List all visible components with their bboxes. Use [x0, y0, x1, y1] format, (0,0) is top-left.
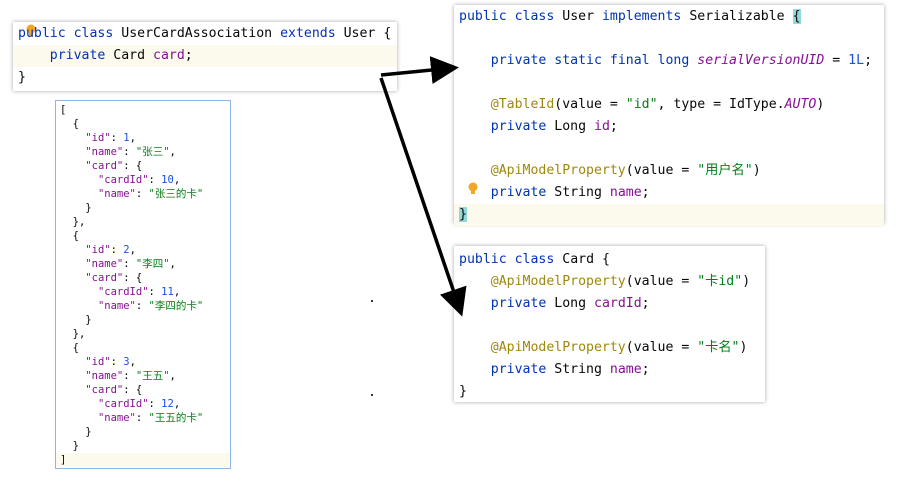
json-result-panel: [ { "id": 1, "name": "张三", "card": { "ca…	[55, 100, 231, 469]
json-item-3-cardname: "name": "王五的卡"	[97, 412, 204, 424]
user-line-4: private Long id;	[490, 119, 618, 134]
stray-dot	[371, 300, 373, 302]
user-line-7: }	[454, 204, 884, 226]
card-line-5: private String name;	[490, 362, 650, 377]
user-line-1: public class User implements Serializabl…	[459, 9, 801, 24]
user-line-6: private String name;	[490, 185, 650, 200]
json-item-1-name: "name": "张三",	[85, 146, 176, 158]
json-open-bracket: [	[60, 104, 67, 116]
card-line-2: @ApiModelProperty(value = "卡id")	[490, 274, 751, 289]
card-line-3: private Long cardId;	[490, 296, 650, 311]
assoc-line-3: }	[18, 70, 26, 85]
user-line-5: @ApiModelProperty(value = "用户名")	[490, 163, 761, 178]
user-class-panel: public class User implements Serializabl…	[454, 5, 884, 226]
json-item-3-name: "name": "王五",	[85, 370, 176, 382]
json-item-2-cardid: "cardId": 11,	[97, 286, 181, 298]
assoc-line-2: private Card card;	[13, 45, 397, 67]
json-item-2-cardname: "name": "李四的卡"	[97, 300, 204, 312]
json-item-3-cardid: "cardId": 12,	[97, 398, 181, 410]
json-item-3-id: "id": 3,	[85, 356, 136, 368]
association-code-panel: public class UserCardAssociation extends…	[13, 22, 397, 91]
card-line-4: @ApiModelProperty(value = "卡名")	[490, 340, 748, 355]
card-class-panel: public class Card { @ApiModelProperty(va…	[454, 246, 765, 402]
json-item-1-cardname: "name": "张三的卡"	[97, 188, 204, 200]
json-item-2-name: "name": "李四",	[85, 258, 176, 270]
card-line-1: public class Card {	[459, 252, 610, 267]
json-item-2-id: "id": 2,	[85, 244, 136, 256]
card-line-6: }	[459, 384, 467, 399]
arrow-to-card	[379, 77, 467, 317]
user-line-2: private static final long serialVersionU…	[490, 53, 873, 68]
json-item-1-cardid: "cardId": 10,	[97, 174, 181, 186]
json-item-1-id: "id": 1,	[85, 132, 136, 144]
assoc-line-1: public class UserCardAssociation extends…	[18, 26, 392, 41]
json-close-bracket: ]	[56, 453, 230, 467]
user-line-3: @TableId(value = "id", type = IdType.AUT…	[490, 97, 825, 112]
stray-dot	[371, 394, 373, 396]
